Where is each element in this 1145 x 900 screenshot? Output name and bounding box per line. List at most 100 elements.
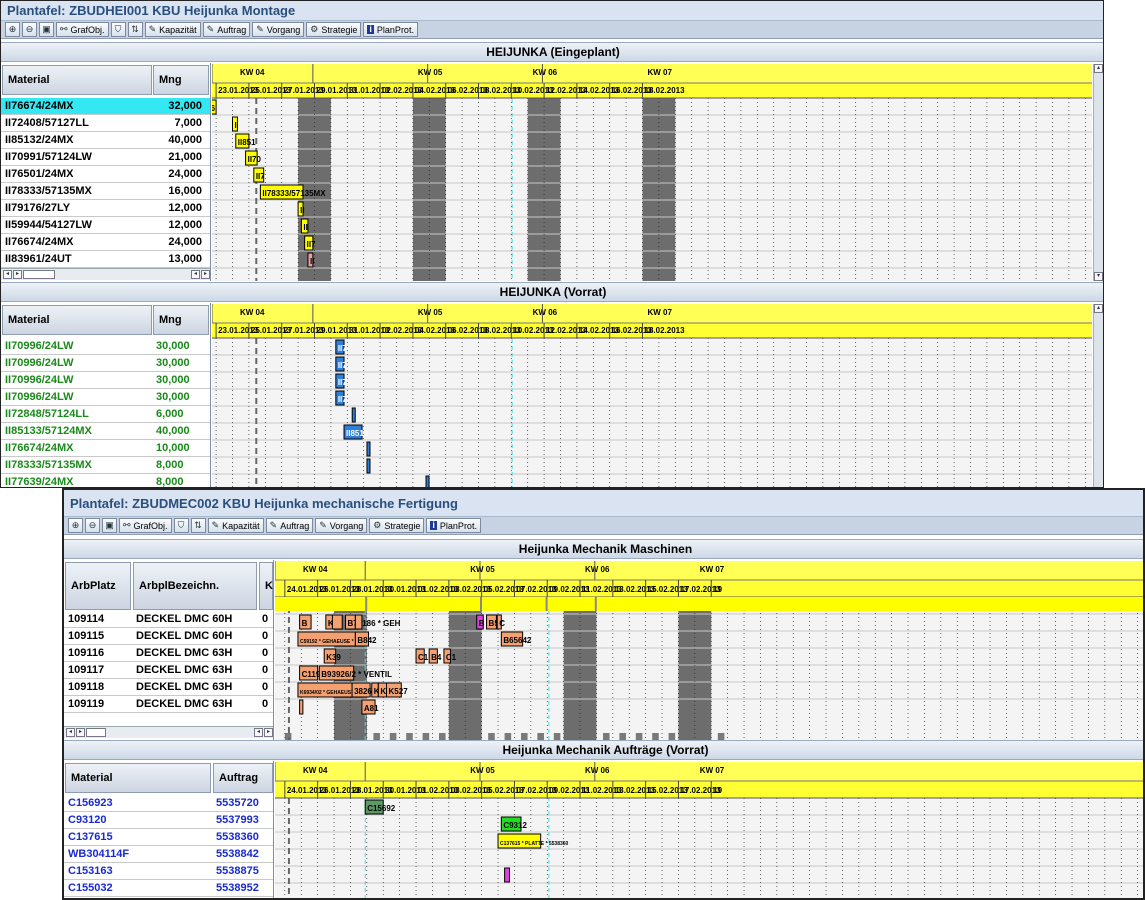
toolbar-button-kapazitt[interactable]: ✎ Kapazität <box>144 22 201 37</box>
column-header-k[interactable]: K <box>259 562 273 610</box>
gantt-bar[interactable] <box>351 407 356 423</box>
gantt-chart-eingeplant[interactable]: KW 04 KW 05 KW 06 KW 07 23.01.2013 25.01.2013… <box>212 64 1092 281</box>
scroll-thumb[interactable] <box>23 270 55 279</box>
gantt-bar[interactable]: B <box>299 614 312 630</box>
gantt-bar[interactable]: B <box>476 614 485 630</box>
table-row[interactable]: C155032 5538952 <box>64 880 273 897</box>
toolbar-button-auftrag[interactable]: ✎ Auftrag <box>202 22 251 37</box>
scroll-left-icon[interactable]: ◂ <box>254 728 263 737</box>
toolbar-button-sort[interactable]: ⇅ <box>127 22 143 37</box>
table-row[interactable]: II85132/24MX 40,000 <box>1 132 210 149</box>
toolbar-button-filter[interactable]: ⛉ <box>173 518 189 533</box>
column-header-arbplatz[interactable]: ArbPlatz <box>65 562 131 610</box>
vertical-scrollbar[interactable]: ▴ <box>1093 304 1103 487</box>
table-row[interactable]: II70996/24LW 30,000 <box>1 338 210 355</box>
table-row[interactable]: 109119 DECKEL DMC 63H 0 <box>64 696 273 713</box>
table-row[interactable]: II70996/24LW 30,000 <box>1 389 210 406</box>
table-row[interactable]: II70996/24LW 30,000 <box>1 355 210 372</box>
toolbar-button-zoom-out[interactable]: ⊖ <box>22 22 37 37</box>
table-row[interactable]: II85133/57124MX 40,000 <box>1 423 210 440</box>
toolbar-button-zoom-in[interactable]: ⊕ <box>5 22 20 37</box>
gantt-chart-vorrat[interactable]: KW 04 KW 05 KW 06 KW 07 23.01.2013 25.01.2013… <box>212 304 1092 488</box>
toolbar-button-kapazitt[interactable]: ✎ Kapazität <box>207 518 264 533</box>
toolbar-button-grafobj[interactable]: ⚯ GrafObj. <box>119 518 172 533</box>
table-row[interactable]: II59944/54127LW 12,000 <box>1 217 210 234</box>
toolbar-button-zoom-out[interactable]: ⊖ <box>85 518 100 533</box>
table-row[interactable]: II70991/57124LW 21,000 <box>1 149 210 166</box>
gantt-bar[interactable]: K <box>377 682 388 698</box>
gantt-bar[interactable]: 3826 <box>351 682 372 698</box>
column-header-bezeichn[interactable]: ArbplBezeichn. <box>133 562 257 610</box>
column-header-mng[interactable]: Mng <box>153 65 209 95</box>
table-row[interactable]: II83961/24UT 13,000 <box>1 251 210 268</box>
gantt-chart-auftraege[interactable]: KW 04 KW 05 KW 06 KW 07 24.01.2013 26.01.2013… <box>275 762 1143 898</box>
scroll-right-icon[interactable]: ▸ <box>264 728 273 737</box>
toolbar-button-fit-view[interactable]: ▣ <box>39 22 54 37</box>
toolbar-button-strategie[interactable]: ⚙ Strategie <box>306 22 362 37</box>
table-row[interactable]: II78333/57135MX 16,000 <box>1 183 210 200</box>
gantt-bar[interactable]: I <box>232 116 238 132</box>
toolbar-button-planprot[interactable]: i PlanProt. <box>363 22 418 37</box>
table-row[interactable]: II76674/24MX 32,000 <box>1 98 210 115</box>
table-row[interactable]: 109118 DECKEL DMC 63H 0 <box>64 679 273 696</box>
gantt-bar[interactable] <box>354 614 363 630</box>
table-row[interactable]: II76674/24MX 10,000 <box>1 440 210 457</box>
horizontal-scrollbar[interactable]: ◂ ▸ ◂ ▸ <box>1 268 210 280</box>
gantt-chart-maschinen[interactable]: KW 04 KW 05 KW 06 KW 07 24.01.2013 26.01.2013… <box>275 561 1143 740</box>
horizontal-scrollbar[interactable]: ◂ ▸ ◂ ▸ <box>64 726 273 738</box>
table-row[interactable]: II72408/57127LL 7,000 <box>1 115 210 132</box>
table-row[interactable]: C156923 5535720 <box>64 795 273 812</box>
gantt-bar[interactable]: II7 <box>253 167 265 183</box>
table-row[interactable]: 109116 DECKEL DMC 63H 0 <box>64 645 273 662</box>
table-row[interactable]: C153163 5538875 <box>64 863 273 880</box>
vertical-scrollbar[interactable]: ▴ ▾ <box>1093 64 1103 281</box>
column-header-mng[interactable]: Mng <box>153 305 209 335</box>
gantt-bar[interactable] <box>366 441 371 457</box>
toolbar-button-vorgang[interactable]: ✎ Vorgang <box>315 518 368 533</box>
scroll-right-icon[interactable]: ▸ <box>201 270 210 279</box>
gantt-bar[interactable]: II76 <box>212 99 217 115</box>
gantt-bar[interactable]: C59192 * GEHAEUSE * 55 <box>297 631 361 647</box>
scroll-left-icon[interactable]: ◂ <box>3 270 12 279</box>
table-row[interactable]: 109115 DECKEL DMC 60H 0 <box>64 628 273 645</box>
scroll-thumb[interactable] <box>86 728 106 737</box>
scroll-right-icon[interactable]: ▸ <box>13 270 22 279</box>
toolbar-button-grafobj[interactable]: ⚯ GrafObj. <box>56 22 109 37</box>
table-row[interactable]: 109114 DECKEL DMC 60H 0 <box>64 611 273 628</box>
table-row[interactable]: II79176/27LY 12,000 <box>1 200 210 217</box>
column-header-material[interactable]: Material <box>2 65 152 95</box>
table-row[interactable]: II72848/57124LL 6,000 <box>1 406 210 423</box>
toolbar-button-vorgang[interactable]: ✎ Vorgang <box>252 22 305 37</box>
toolbar-button-auftrag[interactable]: ✎ Auftrag <box>265 518 314 533</box>
scroll-right-icon[interactable]: ▸ <box>76 728 85 737</box>
toolbar-button-planprot[interactable]: i PlanProt. <box>426 518 481 533</box>
scroll-down-icon[interactable]: ▾ <box>1094 272 1103 281</box>
gantt-bar[interactable] <box>331 614 343 630</box>
column-header-material[interactable]: Material <box>2 305 152 335</box>
column-header-material[interactable]: Material <box>65 763 211 793</box>
gantt-bar[interactable] <box>299 699 304 715</box>
table-row[interactable]: C137615 5538360 <box>64 829 273 846</box>
table-row[interactable]: 109117 DECKEL DMC 63H 0 <box>64 662 273 679</box>
toolbar-button-filter[interactable]: ⛉ <box>110 22 126 37</box>
table-row[interactable]: II77639/24MX 8,000 <box>1 474 210 487</box>
table-row[interactable]: II78333/57135MX 8,000 <box>1 457 210 474</box>
gantt-bar[interactable] <box>425 475 430 488</box>
table-row[interactable]: II76501/24MX 24,000 <box>1 166 210 183</box>
toolbar-button-sort[interactable]: ⇅ <box>190 518 206 533</box>
table-row[interactable]: WB304114F 5538842 <box>64 846 273 863</box>
column-header-auftrag[interactable]: Auftrag <box>213 763 273 793</box>
toolbar-button-fit-view[interactable]: ▣ <box>102 518 117 533</box>
scroll-left-icon[interactable]: ◂ <box>66 728 75 737</box>
scroll-up-icon[interactable]: ▴ <box>1094 64 1103 73</box>
table-row[interactable]: II70996/24LW 30,000 <box>1 372 210 389</box>
table-row[interactable]: II76674/24MX 24,000 <box>1 234 210 251</box>
toolbar-button-strategie[interactable]: ⚙ Strategie <box>369 518 425 533</box>
scroll-left-icon[interactable]: ◂ <box>191 270 200 279</box>
gantt-bar[interactable] <box>504 867 511 883</box>
gantt-bar[interactable] <box>366 458 371 474</box>
scroll-up-icon[interactable]: ▴ <box>1094 304 1103 313</box>
table-row[interactable]: C93120 5537993 <box>64 812 273 829</box>
gantt-bar[interactable]: II <box>300 218 309 234</box>
toolbar-button-zoom-in[interactable]: ⊕ <box>68 518 83 533</box>
